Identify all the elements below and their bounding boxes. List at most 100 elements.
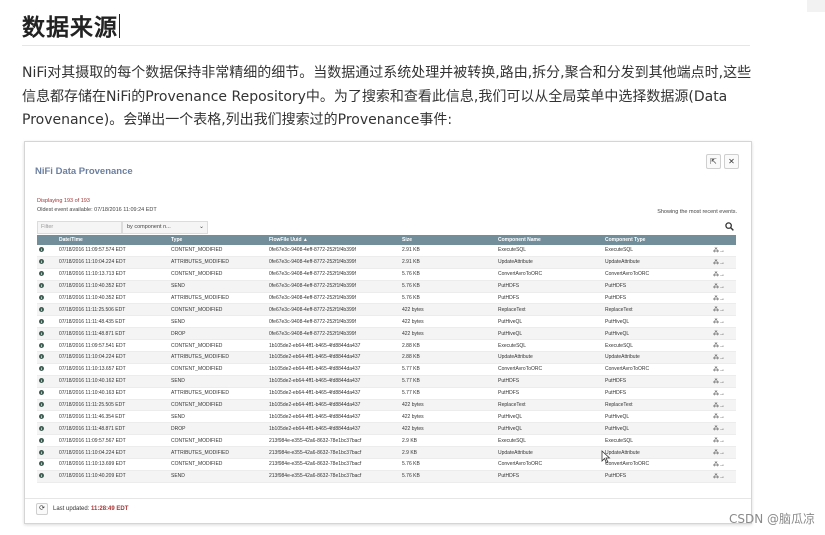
lineage-icon[interactable]: ⁂→ [713, 474, 725, 480]
info-icon[interactable]: i [39, 378, 44, 384]
column-header-5[interactable]: Component Name [496, 235, 603, 245]
table-row[interactable]: i 07/18/2016 11:11:25.505 EDT CONTENT_MODI… [37, 399, 736, 412]
info-icon[interactable]: i [39, 354, 44, 360]
lineage-icon[interactable]: ⁂→ [713, 248, 725, 254]
row-lineage-cell[interactable]: ⁂→ [711, 327, 736, 341]
row-info-cell[interactable]: i [37, 375, 57, 388]
row-info-cell[interactable]: i [37, 339, 57, 353]
row-lineage-cell[interactable]: ⁂→ [711, 268, 736, 281]
table-row[interactable]: i 07/18/2016 11:11:25.506 EDT CONTENT_MODI… [37, 303, 736, 317]
info-icon[interactable]: i [39, 271, 44, 277]
row-lineage-cell[interactable]: ⁂→ [711, 375, 736, 388]
info-icon[interactable]: i [39, 366, 44, 372]
info-icon[interactable]: i [39, 283, 44, 289]
row-lineage-cell[interactable]: ⁂→ [711, 303, 736, 317]
info-icon[interactable]: i [39, 449, 44, 455]
column-header-4[interactable]: Size [400, 235, 496, 245]
filter-input[interactable]: Filter [37, 221, 122, 234]
column-header-3[interactable]: FlowFile Uuid ▲ [267, 235, 400, 245]
lineage-icon[interactable]: ⁂→ [713, 284, 725, 290]
table-row[interactable]: i 07/18/2016 11:09:57.574 EDT CONTENT_MODI… [37, 245, 736, 257]
lineage-icon[interactable]: ⁂→ [713, 450, 725, 456]
row-info-cell[interactable]: i [37, 256, 57, 269]
info-icon[interactable]: i [39, 425, 44, 431]
row-lineage-cell[interactable]: ⁂→ [711, 363, 736, 376]
info-icon[interactable]: i [39, 306, 44, 312]
lineage-icon[interactable]: ⁂→ [713, 272, 725, 278]
row-info-cell[interactable]: i [37, 470, 57, 483]
refresh-button[interactable]: ⟳ [36, 503, 48, 515]
column-header-6[interactable]: Component Type [603, 235, 711, 245]
table-row[interactable]: i 07/18/2016 11:09:57.567 EDT CONTENT_MODI… [37, 434, 736, 448]
table-row[interactable]: i 07/18/2016 11:10:40.209 EDT SEND 213f984e… [37, 470, 736, 483]
lineage-icon[interactable]: ⁂→ [713, 331, 725, 337]
lineage-icon[interactable]: ⁂→ [713, 319, 725, 325]
table-row[interactable]: i 07/18/2016 11:11:48.871 EDT DROP 0fe67e3c… [37, 327, 736, 341]
info-icon[interactable]: i [39, 247, 44, 253]
row-lineage-cell[interactable]: ⁂→ [711, 410, 736, 424]
table-row[interactable]: i 07/18/2016 11:10:40.352 EDT ATTRIBUTES_M… [37, 292, 736, 305]
lineage-icon[interactable]: ⁂→ [713, 296, 725, 302]
row-info-cell[interactable]: i [37, 315, 57, 329]
row-info-cell[interactable]: i [37, 363, 57, 376]
lineage-icon[interactable]: ⁂→ [713, 414, 725, 420]
row-info-cell[interactable]: i [37, 245, 57, 257]
row-info-cell[interactable]: i [37, 351, 57, 364]
info-icon[interactable]: i [39, 295, 44, 300]
info-icon[interactable]: i [39, 473, 44, 479]
lineage-icon[interactable]: ⁂→ [713, 260, 725, 266]
info-icon[interactable]: i [39, 437, 44, 443]
table-row[interactable]: i 07/18/2016 11:10:13.713 EDT CONTENT_MODI… [37, 268, 736, 281]
lineage-icon[interactable]: ⁂→ [713, 355, 725, 361]
column-header-2[interactable]: Type [169, 235, 267, 245]
lineage-icon[interactable]: ⁂→ [713, 379, 725, 385]
table-row[interactable]: i 07/18/2016 11:10:04.224 EDT ATTRIBUTES_M… [37, 446, 736, 460]
row-info-cell[interactable]: i [37, 399, 57, 412]
row-lineage-cell[interactable]: ⁂→ [711, 315, 736, 329]
lineage-icon[interactable]: ⁂→ [713, 343, 725, 349]
search-icon[interactable] [725, 222, 734, 233]
table-row[interactable]: i 07/18/2016 11:11:48.435 EDT SEND 0fe67e3c… [37, 315, 736, 329]
table-row[interactable]: i 07/18/2016 11:10:40.162 EDT SEND 1b105de2… [37, 375, 736, 388]
row-info-cell[interactable]: i [37, 410, 57, 424]
popout-button[interactable]: ⇱ [706, 154, 721, 169]
row-lineage-cell[interactable]: ⁂→ [711, 280, 736, 293]
filter-type-select[interactable]: by component n... ⌄ [122, 221, 208, 234]
info-icon[interactable]: i [39, 259, 44, 265]
row-lineage-cell[interactable]: ⁂→ [711, 339, 736, 353]
row-lineage-cell[interactable]: ⁂→ [711, 434, 736, 448]
table-row[interactable]: i 07/18/2016 11:10:13.699 EDT CONTENT_MODI… [37, 458, 736, 471]
row-lineage-cell[interactable]: ⁂→ [711, 387, 736, 400]
table-row[interactable]: i 07/18/2016 11:09:57.541 EDT CONTENT_MODI… [37, 339, 736, 353]
lineage-icon[interactable]: ⁂→ [713, 438, 725, 444]
lineage-icon[interactable]: ⁂→ [713, 403, 725, 409]
row-info-cell[interactable]: i [37, 268, 57, 281]
row-info-cell[interactable]: i [37, 458, 57, 471]
table-row[interactable]: i 07/18/2016 11:10:40.163 EDT ATTRIBUTES_M… [37, 387, 736, 400]
row-lineage-cell[interactable]: ⁂→ [711, 351, 736, 364]
row-info-cell[interactable]: i [37, 387, 57, 400]
table-row[interactable]: i 07/18/2016 11:10:04.224 EDT ATTRIBUTES_M… [37, 351, 736, 364]
row-info-cell[interactable]: i [37, 446, 57, 460]
row-info-cell[interactable]: i [37, 327, 57, 341]
info-icon[interactable]: i [39, 318, 44, 324]
lineage-icon[interactable]: ⁂→ [713, 391, 725, 397]
row-info-cell[interactable]: i [37, 422, 57, 436]
info-icon[interactable]: i [39, 342, 44, 348]
row-lineage-cell[interactable]: ⁂→ [711, 470, 736, 483]
row-lineage-cell[interactable]: ⁂→ [711, 399, 736, 412]
lineage-icon[interactable]: ⁂→ [713, 426, 725, 432]
row-info-cell[interactable]: i [37, 280, 57, 293]
close-button[interactable]: ✕ [724, 154, 739, 169]
table-row[interactable]: i 07/18/2016 11:10:04.224 EDT ATTRIBUTES_M… [37, 256, 736, 269]
info-icon[interactable]: i [39, 461, 44, 467]
row-info-cell[interactable]: i [37, 303, 57, 317]
lineage-icon[interactable]: ⁂→ [713, 462, 725, 468]
row-lineage-cell[interactable]: ⁂→ [711, 422, 736, 436]
info-icon[interactable]: i [39, 402, 44, 408]
lineage-icon[interactable]: ⁂→ [713, 367, 725, 373]
row-lineage-cell[interactable]: ⁂→ [711, 256, 736, 269]
lineage-icon[interactable]: ⁂→ [713, 307, 725, 313]
row-info-cell[interactable]: i [37, 292, 57, 305]
table-row[interactable]: i 07/18/2016 11:10:13.657 EDT CONTENT_MODI… [37, 363, 736, 376]
